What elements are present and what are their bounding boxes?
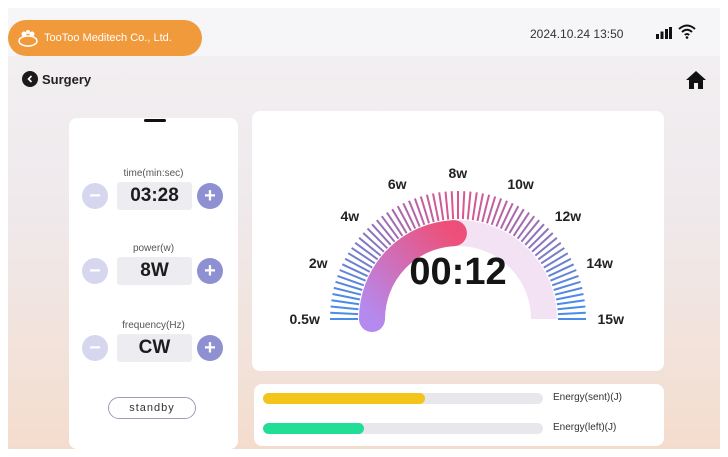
frequency-label: frequency(Hz) [122,320,185,331]
back-icon [22,71,38,87]
gauge-tick [466,191,472,220]
gauge-tick [557,305,586,311]
logo-icon [18,30,38,47]
gauge-tick [444,191,450,220]
gauge-label: 8w [448,165,468,181]
gauge-tick [330,305,359,311]
energy-left-bar [263,423,543,434]
time-stepper: − 03:28 + [82,182,227,210]
gauge-tick [396,205,412,232]
power-stepper: − 8W + [82,257,227,285]
energy-sent-bar [263,393,543,404]
time-increase-button[interactable]: + [197,183,223,209]
energy-left-fill [263,423,364,434]
power-value[interactable]: 8W [117,257,192,285]
time-decrease-button[interactable]: − [82,183,108,209]
gauge-tick [438,192,445,221]
gauge-tick [402,202,417,230]
energy-sent-fill [263,393,426,404]
back-button[interactable]: Surgery [22,71,91,87]
power-increase-button[interactable]: + [197,258,223,284]
gauge-label: 4w [340,207,360,224]
gauge-label: 0.5w [289,311,320,327]
signal-icon [656,27,672,39]
datetime: 2024.10.24 13:50 [530,27,624,41]
time-value[interactable]: 03:28 [117,182,192,210]
screen: TooToo Meditech Co., Ltd. 2024.10.24 13:… [8,8,720,449]
gauge-tick [555,293,584,301]
status-bar: TooToo Meditech Co., Ltd. 2024.10.24 13:… [8,8,720,56]
page-title: Surgery [42,71,92,87]
power-gauge-panel: 0.5w 2w 4w 6w 8w 10w 12w 14w 15w 00:12 [252,111,664,371]
time-label: time(min:sec) [123,168,184,179]
gauge-tick [332,293,361,301]
gauge-tick [476,193,484,222]
gauge-tick [330,311,359,316]
panel-handle[interactable] [144,119,166,122]
gauge-label: 12w [554,207,582,224]
frequency-increase-button[interactable]: + [197,335,223,361]
gauge-tick [331,299,360,306]
energy-panel: Energy(sent)(J) Energy(left)(J) [254,384,664,446]
gauge-label: 6w [387,176,407,193]
gauge-tick [499,202,514,230]
frequency-stepper: − CW + [82,334,227,362]
gauge-tick [432,193,440,222]
gauge-tick [450,191,455,220]
wifi-icon [678,24,696,39]
power-gauge [330,191,586,332]
controls-panel: time(min:sec) − 03:28 + power(w) − 8W + … [69,118,238,449]
gauge-label: 15w [597,311,624,327]
energy-left-label: Energy(left)(J) [553,422,617,433]
gauge-tick [557,311,586,316]
power-label: power(w) [132,243,175,254]
gauge-label: 10w [507,176,534,193]
gauge-tick [556,299,585,306]
standby-button[interactable]: standby [108,397,196,419]
session-timer: 00:12 [409,251,507,293]
home-icon[interactable] [685,70,707,90]
power-decrease-button[interactable]: − [82,258,108,284]
frequency-value[interactable]: CW [117,334,192,362]
brand-name: TooToo Meditech Co., Ltd. [44,32,172,44]
energy-sent-label: Energy(sent)(J) [553,392,622,403]
brand-badge: TooToo Meditech Co., Ltd. [8,20,202,56]
gauge-tick [504,205,520,232]
gauge-tick [461,191,466,220]
gauge-tick [471,192,478,221]
frequency-decrease-button[interactable]: − [82,335,108,361]
